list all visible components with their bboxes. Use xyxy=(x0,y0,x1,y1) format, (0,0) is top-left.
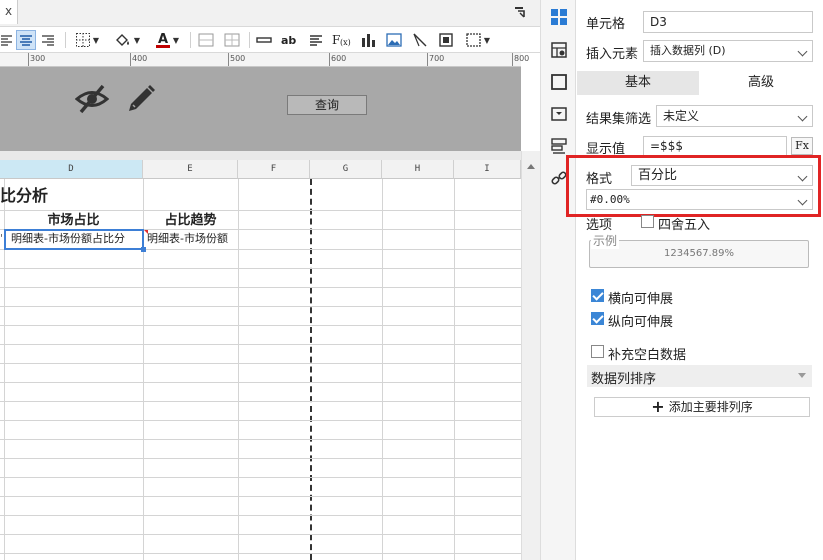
column-header-f[interactable]: F xyxy=(238,160,310,179)
report-title-cell[interactable]: 比分析 xyxy=(0,182,48,206)
fill-blank-checkbox[interactable] xyxy=(591,345,604,358)
strikethrough-icon[interactable] xyxy=(254,30,274,50)
border-icon[interactable]: ▼ xyxy=(71,30,103,50)
cell-label: 单元格 xyxy=(586,17,626,32)
svg-text:ab: ab xyxy=(281,34,296,46)
horizontal-ruler: 300 400 500 600 700 800 xyxy=(0,53,529,67)
property-icon-rail xyxy=(540,0,576,560)
fill-handle[interactable] xyxy=(141,247,146,252)
align-center-icon[interactable] xyxy=(16,30,36,50)
svg-text:A: A xyxy=(158,32,168,47)
format-type-value: 百分比 xyxy=(638,168,678,183)
horizontal-expand-label: 横向可伸展 xyxy=(608,292,674,307)
insert-element-label: 插入元素 xyxy=(586,47,639,62)
insert-element-select[interactable]: 插入数据列 (D) xyxy=(643,40,813,62)
align-left-icon[interactable] xyxy=(0,30,14,50)
page-break-line xyxy=(310,179,312,560)
plus-icon: + xyxy=(651,397,665,416)
result-filter-select[interactable]: 未定义 xyxy=(656,105,813,127)
property-tabs: 基本 高级 xyxy=(577,71,823,95)
column-header-h[interactable]: H xyxy=(382,160,454,179)
vertical-expand-label: 纵向可伸展 xyxy=(608,315,674,330)
parameter-panel: 查询 xyxy=(0,67,521,151)
fill-blank-label: 补充空白数据 xyxy=(608,348,687,363)
merge-cells-icon[interactable] xyxy=(196,30,216,50)
format-toolbar: ▼ ▼ A ▼ ab F (x) ▼ xyxy=(0,26,540,53)
cell-name-input[interactable]: D3 xyxy=(643,11,813,33)
example-value: 1234567.89% xyxy=(664,248,734,259)
chevron-down-icon xyxy=(797,171,808,182)
query-button[interactable]: 查询 xyxy=(287,95,367,115)
example-label: 示例 xyxy=(591,232,620,249)
scroll-up-icon[interactable] xyxy=(527,164,535,169)
selected-cell-outline xyxy=(4,229,146,252)
add-primary-sort-button[interactable]: + 添加主要排列序 xyxy=(594,397,810,417)
ruler-mark: 400 xyxy=(132,54,148,63)
spreadsheet-grid[interactable]: D E F G H I 比分析 市场占比 占比趋势 ' 明细表-市场份额占比分 … xyxy=(0,160,521,560)
result-filter-label: 结果集筛选 xyxy=(586,112,652,127)
cell-properties-icon[interactable] xyxy=(547,5,571,29)
horizontal-expand-checkbox[interactable] xyxy=(591,289,604,302)
vertical-expand-checkbox[interactable] xyxy=(591,312,604,325)
ruler-mark: 300 xyxy=(30,54,46,63)
format-pattern-select[interactable]: #0.00% xyxy=(586,189,813,210)
vertical-scrollbar[interactable] xyxy=(521,151,540,560)
close-tab-button[interactable]: x xyxy=(0,0,18,24)
formula-editor-button[interactable]: Fx xyxy=(791,137,813,155)
collapse-toolbar-icon[interactable] xyxy=(514,6,526,21)
formula-icon[interactable]: F (x) xyxy=(331,30,353,50)
format-label: 格式 xyxy=(586,172,613,187)
format-type-select[interactable]: 百分比 xyxy=(631,165,813,186)
column-header-i[interactable]: I xyxy=(454,160,521,179)
tab-basic[interactable]: 基本 xyxy=(577,71,699,95)
cell-property-panel: 单元格 D3 插入元素 插入数据列 (D) 基本 高级 结果集筛选 未定义 显示… xyxy=(566,0,823,560)
widget-frame-icon[interactable] xyxy=(547,70,571,94)
wrap-text-icon[interactable] xyxy=(306,30,326,50)
condition-attribute-icon[interactable] xyxy=(547,102,571,126)
sheet-tab-strip: x xyxy=(0,0,540,26)
column-header-g[interactable]: G xyxy=(310,160,382,179)
chevron-down-icon xyxy=(797,111,808,122)
cell-e3[interactable]: 明细表-市场份额 xyxy=(147,230,237,249)
split-cells-icon[interactable] xyxy=(222,30,242,50)
insert-element-value: 插入数据列 (D) xyxy=(650,44,726,57)
font-color-icon[interactable]: A ▼ xyxy=(150,30,184,50)
rounding-checkbox[interactable] xyxy=(641,215,654,228)
chevron-down-icon xyxy=(797,195,808,206)
chevron-down-icon xyxy=(797,46,808,57)
svg-text:(x): (x) xyxy=(340,38,351,47)
fill-color-icon[interactable]: ▼ xyxy=(110,30,144,50)
align-right-icon[interactable] xyxy=(39,30,57,50)
widget-icon[interactable]: ▼ xyxy=(462,30,494,50)
hidden-eye-icon[interactable] xyxy=(74,84,110,117)
header-cell-market-share[interactable]: 市场占比 xyxy=(4,211,143,230)
column-header-e[interactable]: E xyxy=(143,160,238,179)
data-column-sort-label: 数据列排序 xyxy=(591,372,657,387)
ruler-mark: 600 xyxy=(331,54,347,63)
cell-style-icon[interactable] xyxy=(547,38,571,62)
result-filter-value: 未定义 xyxy=(663,109,700,123)
display-value-input[interactable]: =$$$ xyxy=(643,136,787,156)
report-designer: x ▼ ▼ A ▼ ab F (x) ▼ 300 400 500 600 700… xyxy=(0,0,823,560)
add-primary-sort-label: 添加主要排列序 xyxy=(668,400,753,414)
sheet-gap xyxy=(0,151,521,160)
column-header-d[interactable]: D xyxy=(0,160,143,179)
edit-pencil-icon[interactable] xyxy=(125,83,157,118)
ruler-mark: 800 xyxy=(514,54,530,63)
cell-comment-marker xyxy=(144,230,148,234)
frame-icon[interactable] xyxy=(436,30,456,50)
bar-chart-icon[interactable] xyxy=(358,30,378,50)
ruler-mark: 700 xyxy=(429,54,445,63)
tab-advanced[interactable]: 高级 xyxy=(699,71,823,95)
text-icon[interactable]: ab xyxy=(280,30,300,50)
options-label: 选项 xyxy=(586,218,613,233)
image-icon[interactable] xyxy=(384,30,404,50)
header-cell-share-trend[interactable]: 占比趋势 xyxy=(143,211,238,230)
data-column-sort-header[interactable]: 数据列排序 xyxy=(587,365,812,387)
collapse-triangle-icon xyxy=(798,373,806,378)
format-pattern-value: #0.00% xyxy=(590,193,630,206)
slash-icon[interactable] xyxy=(410,30,430,50)
ruler-mark: 500 xyxy=(230,54,246,63)
rounding-label: 四舍五入 xyxy=(658,218,711,233)
